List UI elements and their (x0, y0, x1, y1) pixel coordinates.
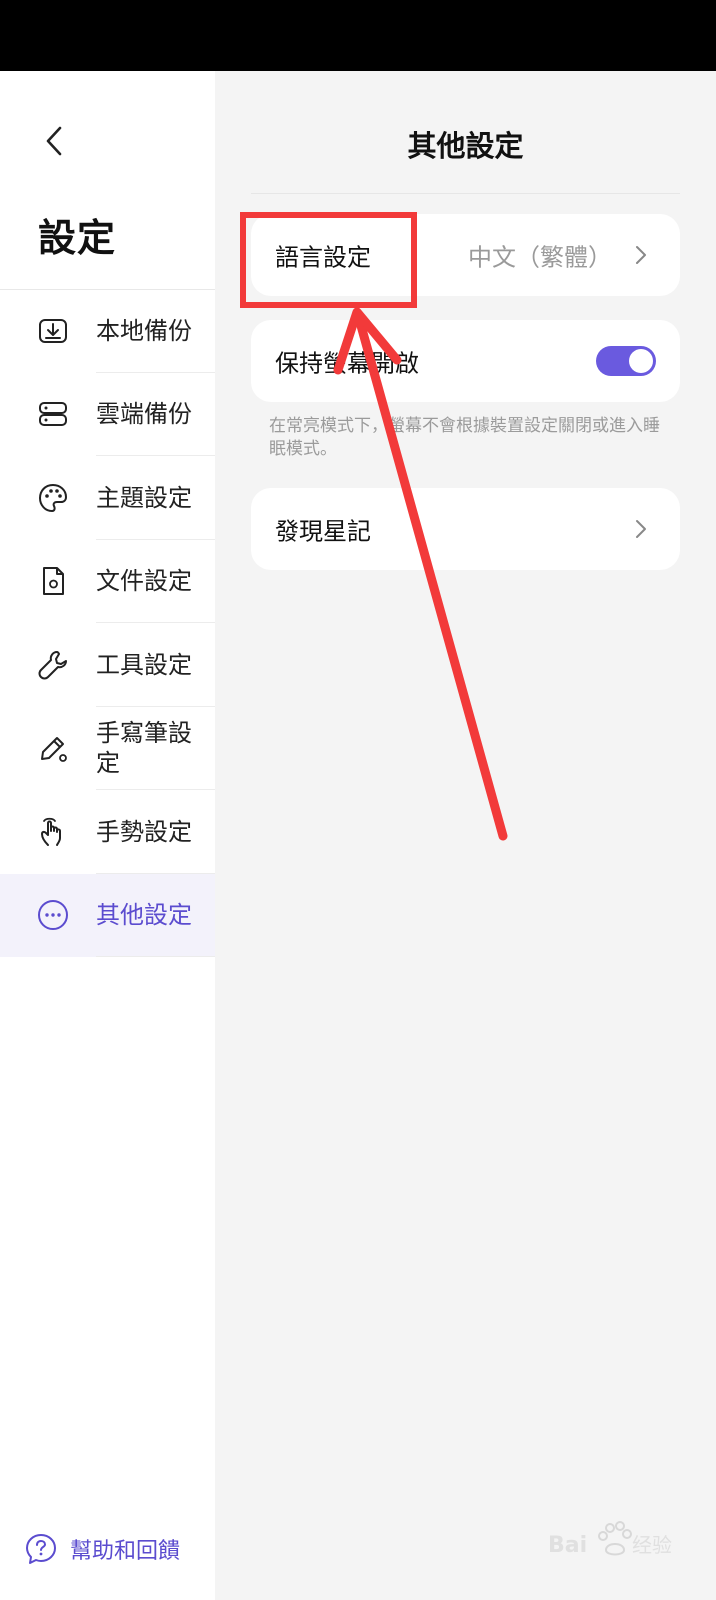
sidebar-item-pen[interactable]: 手寫筆設定 (0, 707, 215, 790)
help-feedback-link[interactable]: 幫助和回饋 (24, 1529, 180, 1569)
sidebar-item-gesture[interactable]: 手勢設定 (0, 790, 215, 874)
sidebar-item-other[interactable]: 其他設定 (0, 873, 215, 957)
settings-panel: 其他設定 語言設定 中文（繁體） 保持螢幕開啟 在常亮模式下，螢幕不會根據裝置設… (215, 71, 716, 1600)
sidebar-item-label: 雲端備份 (96, 400, 192, 429)
chevron-right-icon (636, 520, 646, 538)
sidebar-nav: 本地備份 雲端備份 主題設定 文件設定 工具設定 手寫筆設定 手勢設定 其他設定 (0, 289, 215, 957)
sidebar-item-theme[interactable]: 主題設定 (0, 456, 215, 540)
more-icon (38, 900, 68, 931)
sidebar-item-document[interactable]: 文件設定 (0, 540, 215, 623)
page-title: 其他設定 (407, 129, 524, 163)
palette-icon (39, 483, 67, 512)
sidebar-item-label: 手勢設定 (96, 817, 192, 846)
sidebar-item-label: 其他設定 (96, 901, 192, 930)
sidebar-item-label: 文件設定 (96, 567, 192, 596)
language-setting-row[interactable]: 語言設定 中文（繁體） (251, 214, 680, 296)
sidebar-item-label: 主題設定 (96, 483, 192, 512)
chevron-right-icon (636, 246, 646, 264)
sidebar-item-label: 工具設定 (96, 650, 192, 679)
sidebar-item-tools[interactable]: 工具設定 (0, 623, 215, 707)
pen-settings-icon (41, 737, 67, 763)
status-bar (0, 0, 716, 71)
document-settings-icon (43, 567, 64, 596)
keep-screen-on-description: 在常亮模式下，螢幕不會根據裝置設定關閉或進入睡眠模式。 (269, 416, 660, 459)
keep-screen-on-toggle[interactable] (596, 346, 656, 376)
sidebar-item-cloud-backup[interactable]: 雲端備份 (0, 373, 215, 456)
sidebar-item-label: 手寫筆設定 (96, 719, 192, 778)
keep-screen-on-label: 保持螢幕開啟 (275, 349, 419, 378)
discover-row[interactable]: 發現星記 (251, 488, 680, 570)
watermark-logo: Bai 经验 (548, 1521, 672, 1558)
back-button[interactable] (34, 121, 74, 161)
help-icon (26, 1534, 56, 1564)
local-backup-icon (39, 318, 67, 343)
sidebar-item-local-backup[interactable]: 本地備份 (0, 289, 215, 373)
toggle-knob (629, 349, 653, 373)
language-setting-label: 語言設定 (275, 243, 371, 272)
discover-label: 發現星記 (275, 517, 371, 546)
wrench-icon (38, 650, 67, 680)
cloud-backup-icon (39, 402, 67, 427)
keep-screen-on-row: 保持螢幕開啟 (251, 320, 680, 402)
help-feedback-label: 幫助和回饋 (70, 1539, 181, 1564)
back-arrow-icon (46, 126, 62, 156)
sidebar: 設定 本地備份 雲端備份 主題設定 文件設定 工具設定 手寫筆設定 手勢設定 其… (0, 71, 215, 1600)
svg-text:经验: 经验 (632, 1533, 672, 1557)
gesture-icon (41, 817, 61, 846)
sidebar-title: 設定 (38, 216, 117, 260)
svg-text:Bai: Bai (548, 1533, 587, 1558)
title-divider (251, 193, 680, 194)
language-setting-value: 中文（繁體） (468, 243, 612, 272)
sidebar-item-label: 本地備份 (96, 316, 192, 345)
